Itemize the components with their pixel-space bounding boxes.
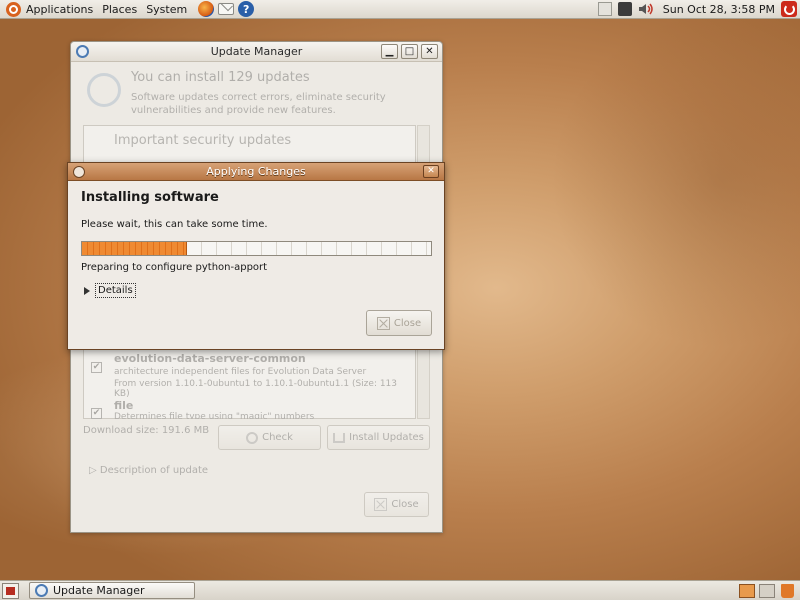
install-updates-label: Install Updates (349, 432, 424, 443)
dialog-close-button[interactable]: Close (366, 310, 432, 336)
dialog-title: Applying Changes (206, 165, 306, 178)
details-expander[interactable]: Details (84, 283, 136, 298)
updates-subtext: Software updates correct errors, elimina… (131, 92, 386, 116)
install-progress-bar (81, 241, 432, 256)
close-icon (374, 498, 388, 511)
expander-arrow-icon (84, 286, 90, 295)
expander-arrow-icon: ▷ (89, 465, 100, 476)
check-button-label: Check (262, 432, 293, 443)
update-globe-icon (87, 73, 121, 107)
update-manager-close-button[interactable]: Close (364, 492, 429, 517)
firefox-icon[interactable] (198, 1, 215, 17)
menu-system[interactable]: System (146, 3, 193, 16)
bottom-panel: Update Manager (0, 580, 800, 600)
applying-changes-dialog: Applying Changes ✕ Installing software P… (67, 162, 445, 350)
update-manager-close-label: Close (391, 499, 419, 510)
top-panel: Applications Places System ? Sun Oct 28,… (0, 0, 800, 19)
taskbar-update-manager[interactable]: Update Manager (29, 582, 195, 599)
refresh-icon (246, 431, 259, 444)
progress-status: Preparing to configure python-apport (81, 262, 268, 273)
check-button[interactable]: Check (218, 425, 321, 450)
help-icon[interactable]: ? (238, 1, 255, 17)
download-size: Download size: 191.6 MB (83, 425, 210, 436)
dialog-message: Please wait, this can take some time. (81, 219, 268, 230)
mail-icon[interactable] (218, 3, 235, 15)
install-updates-button[interactable]: Install Updates (327, 425, 430, 450)
workspace-1[interactable] (739, 583, 755, 598)
progress-fill (82, 242, 187, 255)
dialog-window-close-button[interactable]: ✕ (423, 165, 439, 178)
package-checkbox[interactable]: ✔ (91, 408, 102, 419)
menu-places[interactable]: Places (102, 3, 143, 16)
maximize-button[interactable]: □ (401, 44, 418, 59)
details-label: Details (95, 283, 136, 298)
dialog-titlebar[interactable]: Applying Changes ✕ (68, 163, 444, 181)
window-close-button[interactable]: ✕ (421, 44, 438, 59)
menu-applications[interactable]: Applications (26, 3, 99, 16)
volume-icon[interactable] (638, 3, 654, 15)
clock[interactable]: Sun Oct 28, 3:58 PM (663, 3, 775, 16)
updates-group-title: Important security updates (114, 133, 292, 148)
updates-heading: You can install 129 updates (131, 70, 310, 85)
package-name: evolution-data-server-common (114, 352, 306, 365)
monitor-icon[interactable] (617, 2, 632, 16)
update-manager-titlebar[interactable]: Update Manager ▁ □ ✕ (71, 42, 442, 62)
taskbar-label: Update Manager (53, 584, 145, 597)
network-icon[interactable] (597, 2, 612, 16)
package-checkbox[interactable]: ✔ (91, 362, 102, 373)
workspace-2[interactable] (759, 583, 775, 598)
minimize-button[interactable]: ▁ (381, 44, 398, 59)
package-version: From version 1.10.1-0ubuntu1 to 1.10.1-0… (114, 379, 398, 399)
package-description: Determines file type using "magic" numbe… (114, 412, 315, 419)
ubuntu-logo-icon[interactable] (6, 1, 21, 17)
update-manager-app-icon (35, 584, 48, 597)
close-icon (376, 316, 390, 330)
dialog-close-label: Close (393, 317, 422, 329)
description-expander[interactable]: ▷ Description of update (89, 465, 208, 476)
dialog-heading: Installing software (81, 190, 219, 205)
power-icon[interactable] (781, 1, 797, 17)
package-description: architecture independent files for Evolu… (114, 367, 367, 377)
description-label: Description of update (99, 465, 209, 476)
trash-icon[interactable] (781, 583, 794, 598)
install-icon (333, 432, 346, 443)
package-name: file (114, 399, 134, 412)
show-desktop-icon[interactable] (2, 582, 19, 599)
